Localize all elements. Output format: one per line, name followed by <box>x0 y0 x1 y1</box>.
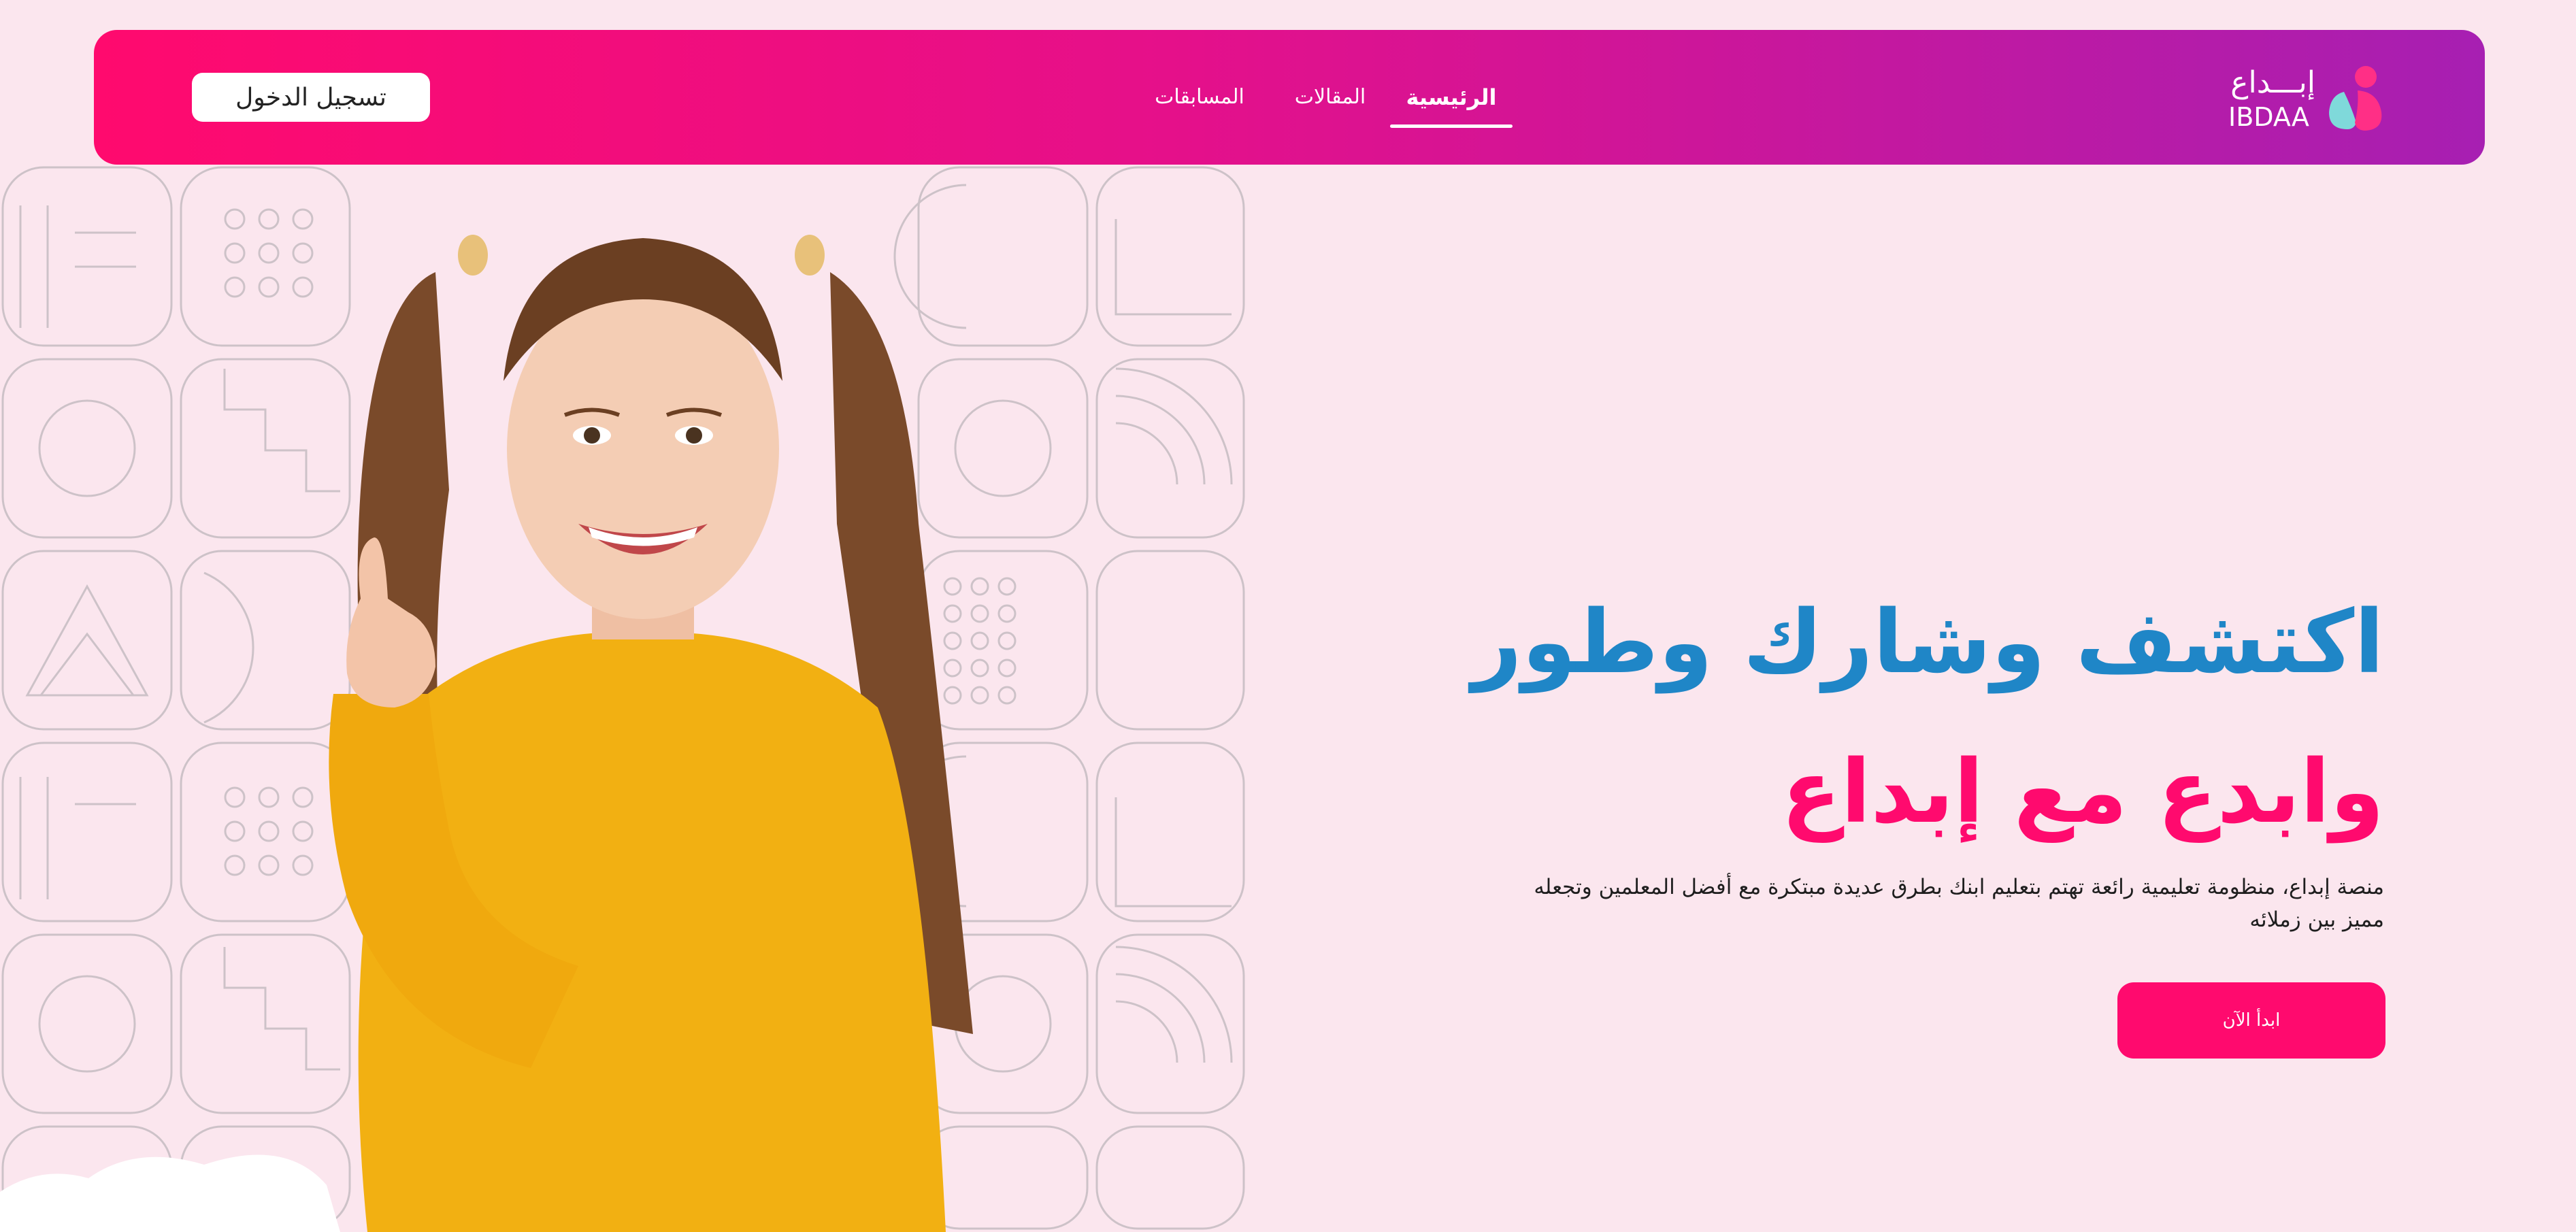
hero-headline-line1: اكتشف وشارك وطور <box>1472 592 2384 693</box>
logo-text-latin: IBDAA <box>2228 102 2309 132</box>
nav-link-competitions[interactable]: المسابقات <box>1145 80 1254 114</box>
start-now-button[interactable]: ابدأ الآن <box>2117 982 2385 1059</box>
login-button[interactable]: تسجيل الدخول <box>192 73 430 122</box>
hero-description: منصة إبداع، منظومة تعليمية رائعة تهتم بت… <box>1534 875 2384 932</box>
logo-text-arabic: إبـــداع <box>2230 65 2315 100</box>
nav-active-indicator <box>1390 124 1513 128</box>
hero-headline-line2: وابدع مع إبداع <box>1781 742 2384 843</box>
nav-link-home[interactable]: الرئيسية <box>1390 80 1513 114</box>
ibdaa-logo-icon[interactable] <box>2324 65 2385 133</box>
nav-link-articles[interactable]: المقالات <box>1279 80 1381 114</box>
hero-girl-image <box>329 235 973 1232</box>
